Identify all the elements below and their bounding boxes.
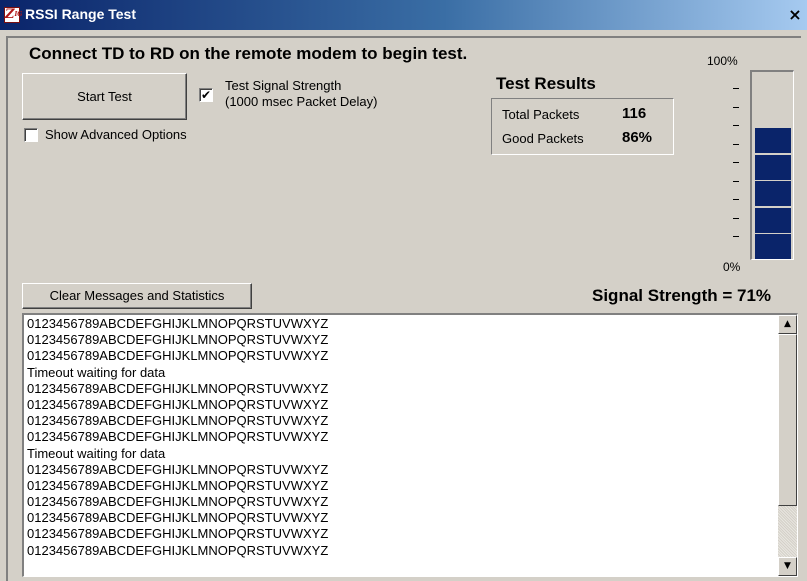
- total-packets-value: 116: [622, 105, 647, 122]
- log-line: Timeout waiting for data: [27, 364, 166, 380]
- meter-segment: [755, 128, 791, 154]
- advanced-options-label: Show Advanced Options: [45, 127, 187, 142]
- log-lines: 0123456789ABCDEFGHIJKLMNOPQRSTUVWXYZ 0123…: [27, 316, 328, 559]
- meter-tick: [733, 143, 739, 145]
- message-log[interactable]: 0123456789ABCDEFGHIJKLMNOPQRSTUVWXYZ 0123…: [22, 313, 798, 577]
- scroll-down-icon[interactable]: ▼: [778, 557, 797, 576]
- log-line: 0123456789ABCDEFGHIJKLMNOPQRSTUVWXYZ: [27, 348, 329, 364]
- app-logo-icon: ZIG: [4, 7, 23, 23]
- meter-tick: [733, 106, 739, 108]
- signal-strength-readout: Signal Strength = 71%: [592, 286, 772, 305]
- meter-ticks: [733, 78, 741, 258]
- log-line: 0123456789ABCDEFGHIJKLMNOPQRSTUVWXYZ: [27, 429, 329, 445]
- meter-tick: [733, 180, 739, 182]
- meter-tick: [733, 88, 739, 89]
- good-packets-value: 86%: [622, 129, 653, 146]
- meter-tick: [733, 236, 739, 237]
- packet-delay-label: (1000 msec Packet Delay): [225, 94, 378, 109]
- log-line: 0123456789ABCDEFGHIJKLMNOPQRSTUVWXYZ: [27, 477, 329, 493]
- log-line: 0123456789ABCDEFGHIJKLMNOPQRSTUVWXYZ: [27, 461, 329, 477]
- meter-tick: [733, 162, 739, 163]
- scroll-up-icon[interactable]: ▲: [778, 315, 797, 334]
- test-results-title: Test Results: [496, 74, 596, 93]
- log-line: 0123456789ABCDEFGHIJKLMNOPQRSTUVWXYZ: [27, 510, 329, 526]
- signal-strength-label: Test Signal Strength: [225, 78, 342, 93]
- close-button[interactable]: ×: [786, 6, 804, 24]
- scroll-thumb[interactable]: [778, 334, 797, 506]
- advanced-options-checkbox[interactable]: [24, 128, 38, 142]
- signal-strength-checkbox[interactable]: ✔: [199, 88, 213, 102]
- meter-max-label: 100%: [707, 54, 738, 68]
- log-line: Timeout waiting for data: [27, 445, 166, 461]
- meter-segment: [755, 234, 791, 260]
- start-test-button[interactable]: Start Test: [22, 73, 187, 120]
- log-line: 0123456789ABCDEFGHIJKLMNOPQRSTUVWXYZ: [27, 332, 329, 348]
- signal-meter: [750, 70, 794, 260]
- clear-messages-button[interactable]: Clear Messages and Statistics: [22, 283, 252, 309]
- meter-segment: [755, 154, 791, 180]
- good-packets-label: Good Packets: [502, 131, 584, 146]
- log-line: 0123456789ABCDEFGHIJKLMNOPQRSTUVWXYZ: [27, 413, 329, 429]
- log-line: 0123456789ABCDEFGHIJKLMNOPQRSTUVWXYZ: [27, 380, 329, 396]
- log-line: 0123456789ABCDEFGHIJKLMNOPQRSTUVWXYZ: [27, 542, 329, 558]
- vertical-scrollbar[interactable]: ▲ ▼: [778, 315, 797, 576]
- meter-min-label: 0%: [723, 260, 741, 274]
- log-line: 0123456789ABCDEFGHIJKLMNOPQRSTUVWXYZ: [27, 494, 329, 510]
- window-title: RSSI Range Test: [25, 6, 136, 22]
- meter-segment: [755, 207, 791, 233]
- instruction-text: Connect TD to RD on the remote modem to …: [29, 44, 468, 63]
- log-line: 0123456789ABCDEFGHIJKLMNOPQRSTUVWXYZ: [27, 316, 329, 331]
- meter-tick: [733, 217, 739, 219]
- checkmark-icon: ✔: [200, 88, 212, 102]
- meter-tick: [733, 125, 739, 126]
- log-line: 0123456789ABCDEFGHIJKLMNOPQRSTUVWXYZ: [27, 396, 329, 412]
- title-bar[interactable]: ZIG RSSI Range Test ×: [0, 0, 807, 30]
- meter-tick: [733, 199, 739, 200]
- total-packets-label: Total Packets: [502, 107, 580, 122]
- log-line: 0123456789ABCDEFGHIJKLMNOPQRSTUVWXYZ: [27, 526, 329, 542]
- meter-segment: [755, 181, 791, 207]
